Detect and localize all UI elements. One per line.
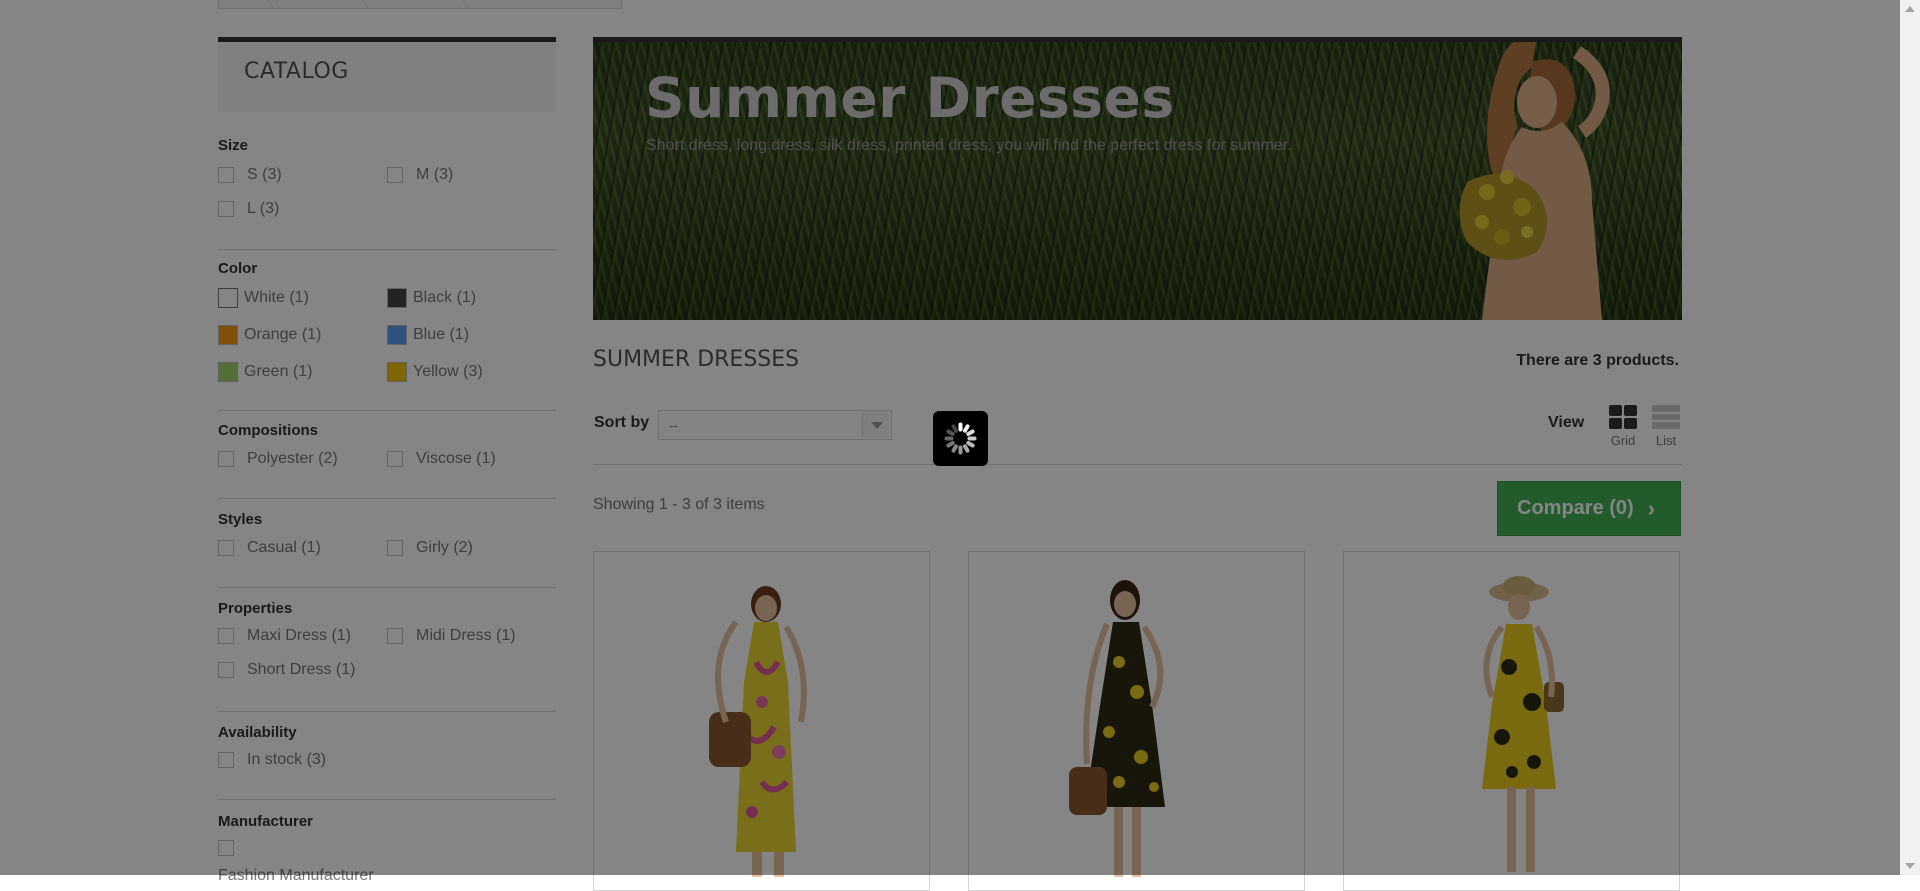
scroll-down-icon[interactable] — [1905, 863, 1915, 869]
scroll-up-icon[interactable] — [1905, 6, 1915, 12]
vertical-scrollbar[interactable] — [1900, 0, 1920, 875]
page: CATALOG Size S (3) M (3) L (3) Color Whi… — [0, 0, 1900, 891]
spinner-icon — [944, 422, 977, 455]
loading-spinner — [933, 411, 988, 466]
